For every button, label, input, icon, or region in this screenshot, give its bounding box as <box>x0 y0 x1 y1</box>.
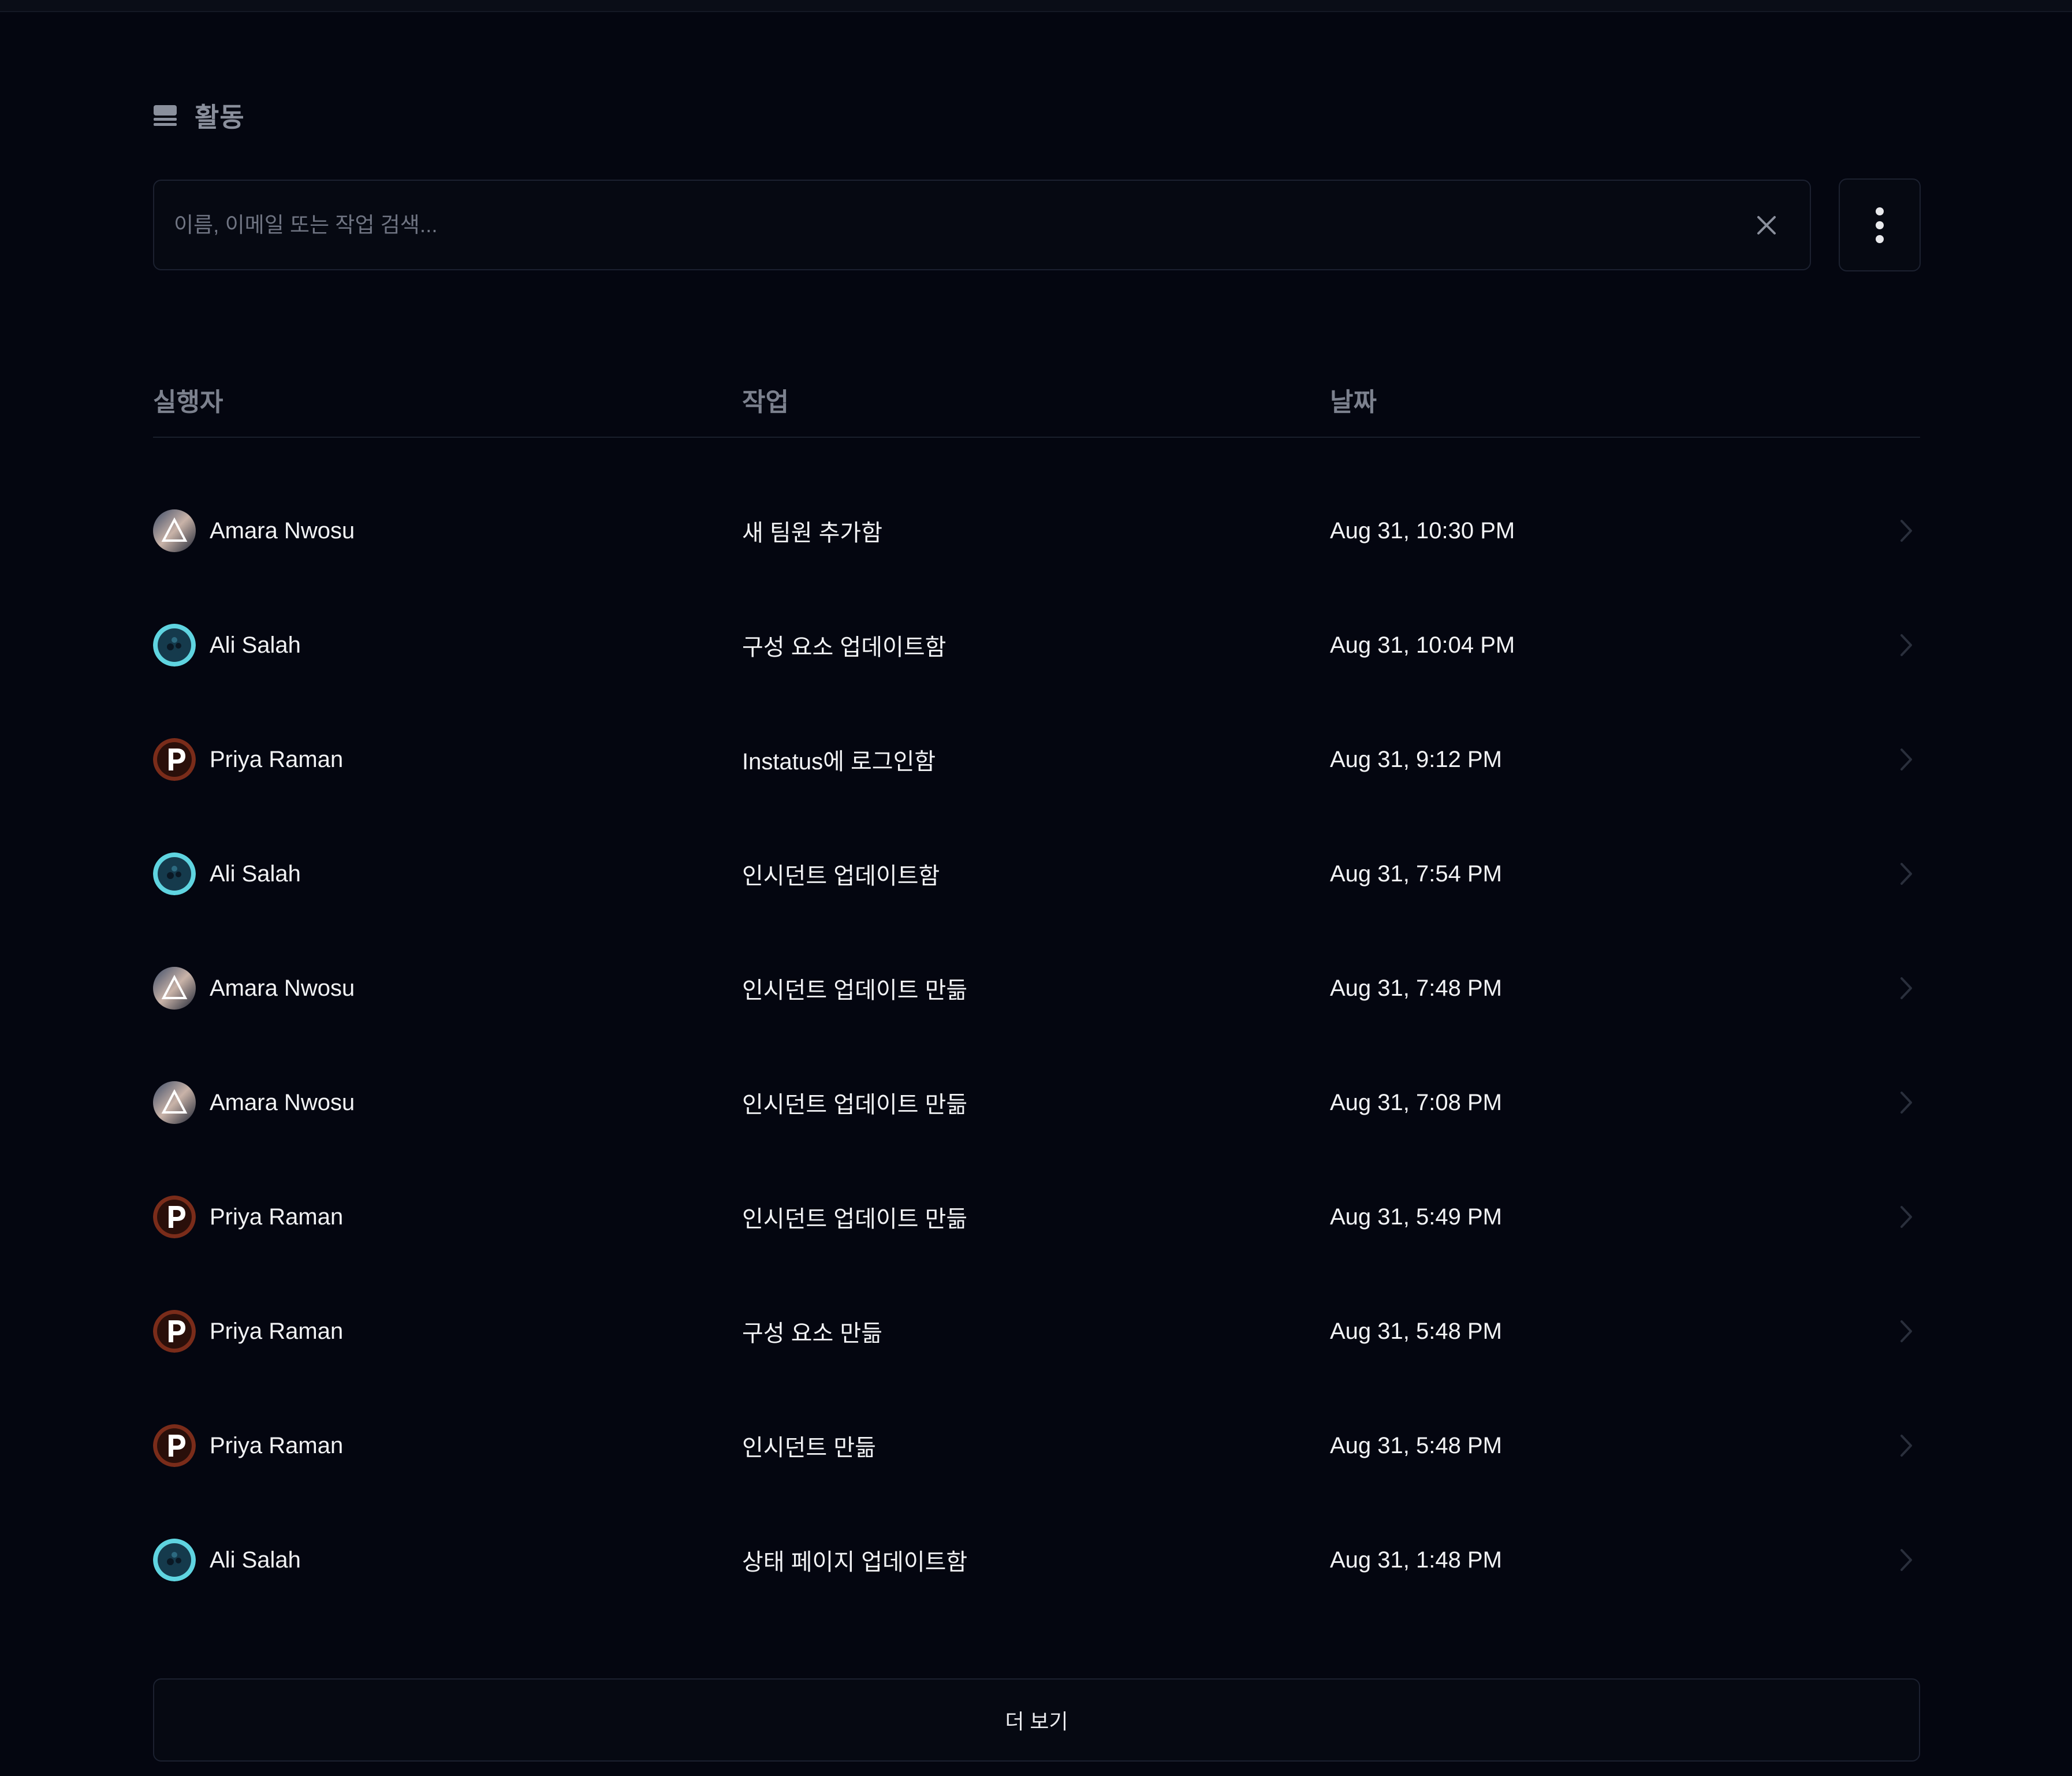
action-cell: 인시던트 업데이트 만듦 <box>742 978 968 1003</box>
table-row[interactable]: Priya Raman 인시던트 업데이트 만듦 Aug 31, 5:49 PM <box>153 1160 1920 1274</box>
avatar <box>153 1424 196 1467</box>
date-cell: Aug 31, 7:54 PM <box>1330 861 1502 887</box>
more-vertical-icon <box>1876 207 1884 243</box>
chevron-right-icon <box>1900 634 1912 656</box>
actor-name: Priya Raman <box>210 746 344 772</box>
date-cell: Aug 31, 5:49 PM <box>1330 1204 1502 1230</box>
actor-name: Ali Salah <box>210 861 301 887</box>
action-cell: 인시던트 업데이트 만듦 <box>742 1207 968 1232</box>
actor-cell: Priya Raman <box>153 702 343 817</box>
avatar <box>153 852 196 895</box>
table-row[interactable]: Amara Nwosu 인시던트 업데이트 만듦 Aug 31, 7:48 PM <box>153 931 1920 1045</box>
actor-cell: Ali Salah <box>153 817 301 931</box>
chevron-right-icon <box>1900 1206 1912 1228</box>
actor-name: Priya Raman <box>210 1204 344 1230</box>
more-options-button[interactable] <box>1839 178 1921 271</box>
action-cell: 구성 요소 업데이트함 <box>742 635 946 660</box>
table-row[interactable]: Ali Salah 인시던트 업데이트함 Aug 31, 7:54 PM <box>153 817 1920 931</box>
avatar <box>153 1196 196 1238</box>
date-cell: Aug 31, 7:48 PM <box>1330 975 1502 1001</box>
chevron-right-icon <box>1900 863 1912 885</box>
chevron-right-icon <box>1900 1549 1912 1571</box>
close-icon <box>1757 216 1776 234</box>
actor-cell: Amara Nwosu <box>153 931 355 1045</box>
action-cell: 인시던트 업데이트 만듦 <box>742 1092 968 1118</box>
action-cell: 구성 요소 만듦 <box>742 1321 883 1346</box>
table-row[interactable]: Ali Salah 구성 요소 업데이트함 Aug 31, 10:04 PM <box>153 588 1920 702</box>
actor-cell: Amara Nwosu <box>153 1045 355 1160</box>
load-more-button[interactable]: 더 보기 <box>153 1678 1920 1762</box>
avatar <box>153 738 196 781</box>
actor-cell: Amara Nwosu <box>153 474 355 588</box>
column-header-date: 날짜 <box>1330 388 1377 416</box>
actor-cell: Priya Raman <box>153 1160 343 1274</box>
action-cell: 새 팀원 추가함 <box>742 520 883 546</box>
table-row[interactable]: Priya Raman Instatus에 로그인함 Aug 31, 9:12 … <box>153 702 1920 817</box>
avatar <box>153 624 196 667</box>
avatar <box>153 1310 196 1353</box>
actor-cell: Priya Raman <box>153 1274 343 1388</box>
actor-name: Priya Raman <box>210 1432 344 1458</box>
chevron-right-icon <box>1900 1092 1912 1114</box>
table-row[interactable]: Priya Raman 구성 요소 만듦 Aug 31, 5:48 PM <box>153 1274 1920 1388</box>
table-row[interactable]: Ali Salah 상태 페이지 업데이트함 Aug 31, 1:48 PM <box>153 1503 1920 1617</box>
avatar <box>153 509 196 552</box>
date-cell: Aug 31, 1:48 PM <box>1330 1547 1502 1573</box>
column-header-action: 작업 <box>742 388 789 416</box>
avatar <box>153 1081 196 1124</box>
action-cell: 인시던트 업데이트함 <box>742 863 940 889</box>
actor-cell: Ali Salah <box>153 1503 301 1617</box>
chevron-right-icon <box>1900 1435 1912 1457</box>
chevron-right-icon <box>1900 749 1912 770</box>
table-header: 실행자 작업 날짜 <box>153 370 1920 438</box>
actor-name: Amara Nwosu <box>210 1089 355 1115</box>
date-cell: Aug 31, 7:08 PM <box>1330 1089 1502 1115</box>
chevron-right-icon <box>1900 1320 1912 1342</box>
clear-search-button[interactable] <box>1747 206 1786 244</box>
actor-name: Amara Nwosu <box>210 517 355 543</box>
column-header-actor: 실행자 <box>153 388 223 416</box>
date-cell: Aug 31, 5:48 PM <box>1330 1432 1502 1458</box>
table-row[interactable]: Amara Nwosu 새 팀원 추가함 Aug 31, 10:30 PM <box>153 474 1920 588</box>
avatar <box>153 967 196 1010</box>
activity-page: 활동 실행자 작업 날짜 Amara Nwosu 새 팀원 추가함 Aug 31… <box>153 0 1921 1776</box>
action-cell: 인시던트 만듦 <box>742 1435 876 1461</box>
page-header: 활동 <box>153 97 245 134</box>
date-cell: Aug 31, 10:30 PM <box>1330 517 1515 543</box>
action-cell: Instatus에 로그인함 <box>742 749 936 775</box>
table-row[interactable]: Priya Raman 인시던트 만듦 Aug 31, 5:48 PM <box>153 1388 1920 1503</box>
actor-name: Amara Nwosu <box>210 975 355 1001</box>
list-icon <box>153 103 177 128</box>
date-cell: Aug 31, 5:48 PM <box>1330 1318 1502 1344</box>
actor-cell: Ali Salah <box>153 588 301 702</box>
actor-name: Priya Raman <box>210 1318 344 1344</box>
action-cell: 상태 페이지 업데이트함 <box>742 1550 968 1575</box>
chevron-right-icon <box>1900 977 1912 999</box>
actor-name: Ali Salah <box>210 632 301 658</box>
actor-cell: Priya Raman <box>153 1388 343 1503</box>
search-input[interactable] <box>174 181 1721 269</box>
table-row[interactable]: Amara Nwosu 인시던트 업데이트 만듦 Aug 31, 7:08 PM <box>153 1045 1920 1160</box>
activity-list: Amara Nwosu 새 팀원 추가함 Aug 31, 10:30 PM Al… <box>153 474 1920 1617</box>
actor-name: Ali Salah <box>210 1547 301 1573</box>
avatar <box>153 1539 196 1581</box>
page-title: 활동 <box>195 102 245 132</box>
date-cell: Aug 31, 10:04 PM <box>1330 632 1515 658</box>
search-box <box>153 180 1811 270</box>
date-cell: Aug 31, 9:12 PM <box>1330 746 1502 772</box>
chevron-right-icon <box>1900 520 1912 542</box>
